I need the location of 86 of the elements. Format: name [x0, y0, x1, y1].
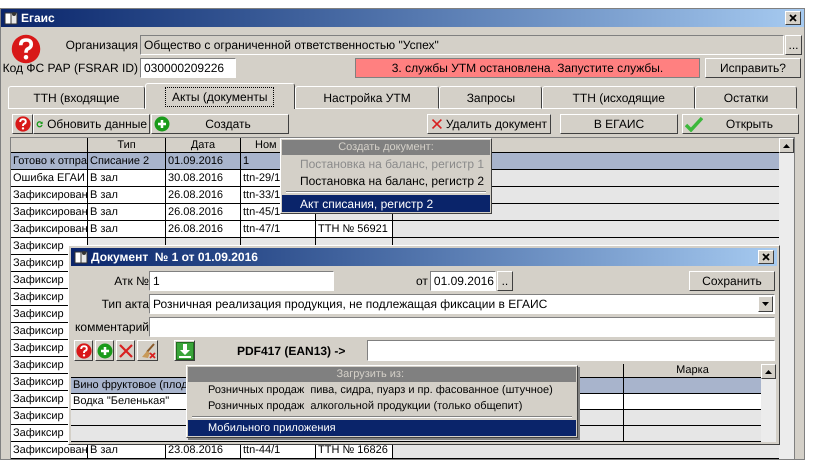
dropdown-arrow-icon: [762, 302, 769, 306]
help-icon: [11, 34, 41, 64]
close-icon: [789, 14, 797, 22]
window-title: Документ № 1 от 01.09.2016: [91, 249, 258, 266]
help-icon: [76, 342, 92, 358]
table-cell[interactable]: В зал: [88, 187, 166, 203]
table-cell[interactable]: 26.08.2016: [166, 187, 241, 203]
date-picker-button[interactable]: ..: [496, 271, 513, 291]
table-cell[interactable]: Зафиксирован: [11, 221, 88, 237]
browse-button[interactable]: ...: [785, 35, 802, 55]
close-button[interactable]: [758, 250, 774, 264]
status-message: 3. службы УТМ остановлена. Запустите службы.: [355, 58, 700, 78]
act-number-field[interactable]: 1: [149, 271, 334, 291]
window-title: Егаис: [21, 10, 55, 27]
menu-item[interactable]: Мобильного приложения: [188, 420, 576, 436]
menu-header: Загрузить из:: [188, 367, 576, 382]
fsrar-label: Код ФС РАР (FSRAR ID): [2, 60, 138, 77]
date-label: от: [416, 273, 428, 290]
fix-button[interactable]: Исправить?: [705, 58, 801, 78]
column-header: Марка: [676, 363, 709, 378]
table-cell[interactable]: В зал: [88, 170, 166, 186]
table-cell[interactable]: Зафиксирован: [11, 187, 88, 203]
menu-item[interactable]: Розничных продаж пива, сидра, пуарз и пр. фасованное (штучное): [188, 382, 576, 398]
table-cell[interactable]: Зафиксирован: [11, 442, 88, 458]
column-header: Тип: [117, 138, 136, 153]
add-button[interactable]: [95, 340, 114, 361]
create-button[interactable]: Создать: [151, 114, 289, 134]
download-icon: [176, 342, 194, 360]
tab[interactable]: ТТН (исходящие: [542, 86, 696, 109]
help-icon: [14, 116, 30, 132]
table-cell[interactable]: ТТН № 56921: [316, 221, 393, 237]
table-cell[interactable]: 26.08.2016: [166, 221, 241, 237]
plus-icon: [96, 342, 112, 358]
tab[interactable]: ТТН (входящие: [8, 86, 145, 109]
table-cell[interactable]: Зафиксирован: [11, 204, 88, 220]
menu-header: Создать документ:: [282, 140, 490, 155]
up-arrow-icon: [783, 144, 790, 148]
plus-icon: [154, 116, 170, 132]
delete-button[interactable]: [116, 340, 135, 361]
close-icon: [431, 116, 443, 132]
tab[interactable]: Акты (документы: [144, 83, 295, 109]
act-type-dropdown[interactable]: Розничная реализация продукция, не подлежащая фиксации в ЕГАИС: [149, 294, 775, 314]
clear-button[interactable]: [137, 340, 158, 361]
tab[interactable]: Запросы: [439, 86, 542, 109]
app-icon: [74, 250, 88, 264]
act-type-label: Тип акта: [102, 296, 149, 313]
organization-field[interactable]: Общество с ограниченной ответственностью "Успех": [140, 35, 784, 55]
menu-item[interactable]: Акт списания, регистр 2: [282, 195, 490, 212]
send-button[interactable]: В ЕГАИС: [560, 114, 678, 134]
broom-icon: [140, 342, 156, 358]
table-cell[interactable]: 30.08.2016: [166, 170, 241, 186]
close-button[interactable]: [785, 11, 801, 25]
help-button[interactable]: [12, 114, 33, 134]
column-header: Дата: [190, 138, 216, 153]
up-arrow-icon: [765, 370, 772, 374]
organization-label: Организация: [66, 37, 138, 54]
help-button[interactable]: [74, 340, 93, 361]
table-cell[interactable]: В зал: [88, 204, 166, 220]
comment-field[interactable]: [149, 317, 775, 337]
barcode-field[interactable]: [367, 340, 775, 361]
close-icon: [762, 253, 770, 261]
table-cell[interactable]: В зал: [88, 221, 166, 237]
tab[interactable]: Настройка УТМ: [294, 86, 440, 109]
table-cell[interactable]: 01.09.2016: [166, 153, 241, 169]
fsrar-id-field[interactable]: 030000209226: [140, 58, 236, 78]
table-cell[interactable]: Готово к отпра: [11, 153, 88, 169]
column-header: Ном: [255, 138, 277, 153]
scrollbar[interactable]: [761, 364, 776, 442]
tab[interactable]: Остатки: [695, 86, 798, 109]
table-cell[interactable]: ttn-47/1: [241, 221, 316, 237]
load-button[interactable]: [174, 340, 195, 361]
app-icon: [4, 11, 18, 25]
table-cell[interactable]: Списание 2: [88, 153, 166, 169]
menu-item[interactable]: Розничных продаж алкогольной продукции (только общепит): [188, 398, 576, 414]
save-button[interactable]: Сохранить: [689, 271, 775, 291]
delete-button[interactable]: Удалить документ: [427, 114, 551, 134]
scrollbar[interactable]: [779, 138, 794, 459]
checkmark-icon: [685, 116, 703, 132]
open-button[interactable]: Открыть: [682, 114, 799, 134]
table-cell[interactable]: Ошибка ЕГАИ: [11, 170, 88, 186]
barcode-label: PDF417 (EAN13) ->: [237, 342, 346, 360]
refresh-button[interactable]: Обновить данные: [33, 114, 150, 134]
act-number-label: Атк №: [114, 273, 149, 290]
date-field[interactable]: 01.09.2016: [430, 271, 496, 291]
close-icon: [118, 342, 134, 358]
table-cell[interactable]: 26.08.2016: [166, 204, 241, 220]
